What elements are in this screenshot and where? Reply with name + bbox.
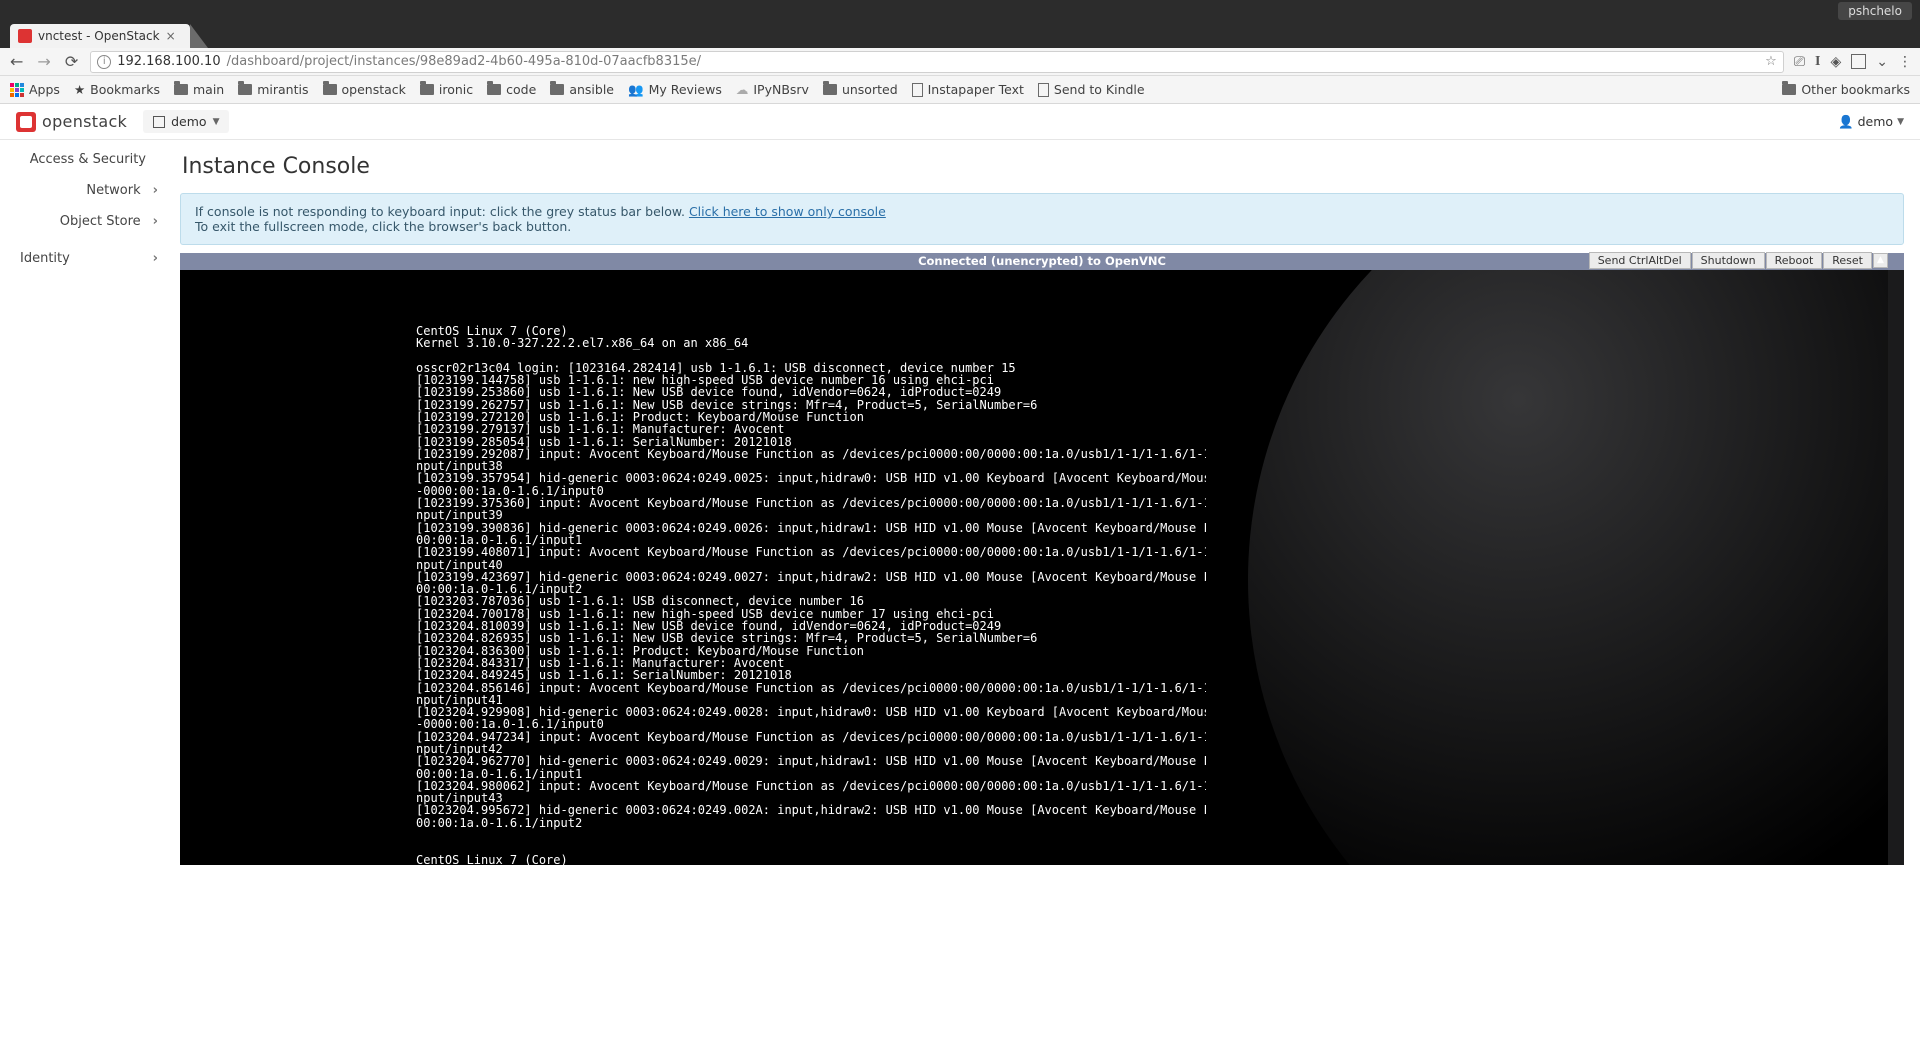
vnc-frame: Connected (unencrypted) to OpenVNC Send …: [180, 253, 1904, 865]
bookmark-star-icon[interactable]: ☆: [1765, 54, 1777, 69]
console-output: CentOS Linux 7 (Core) Kernel 3.10.0-327.…: [416, 307, 1206, 865]
browser-tab-active[interactable]: vnctest - OpenStack ×: [10, 24, 190, 48]
forward-button[interactable]: →: [35, 52, 52, 71]
openstack-favicon-icon: [18, 29, 32, 43]
sidebar-item-object-store[interactable]: Object Store ›: [0, 206, 172, 237]
project-icon: [153, 116, 165, 128]
tab-title: vnctest - OpenStack: [38, 29, 160, 43]
url-path: /dashboard/project/instances/98e89ad2-4b…: [227, 54, 701, 69]
extension-icon-1[interactable]: [1851, 54, 1866, 69]
back-button[interactable]: ←: [8, 52, 25, 71]
user-menu[interactable]: 👤 demo ▼: [1838, 114, 1904, 130]
chevron-right-icon: ›: [153, 214, 158, 229]
chevron-right-icon: ›: [153, 183, 158, 198]
page-icon: [1038, 83, 1049, 97]
console-help-alert: If console is not responding to keyboard…: [180, 193, 1904, 245]
reset-button[interactable]: Reset: [1823, 252, 1872, 269]
openstack-header: openstack demo ▼ 👤 demo ▼: [0, 104, 1920, 140]
people-icon: 👥: [628, 82, 644, 98]
os-titlebar: pshchelo: [0, 0, 1920, 22]
caret-down-icon: ▼: [213, 117, 220, 127]
content-pane: Instance Console If console is not respo…: [172, 140, 1920, 1056]
folder-icon: [323, 84, 337, 95]
bookmark-ansible[interactable]: ansible: [550, 82, 614, 97]
apps-button[interactable]: Apps: [10, 82, 60, 97]
bookmark-mirantis[interactable]: mirantis: [238, 82, 308, 97]
folder-icon: [823, 84, 837, 95]
folder-icon: [420, 84, 434, 95]
bookmark-ipynbsrv[interactable]: ☁IPyNBsrv: [736, 82, 809, 97]
os-user-indicator[interactable]: pshchelo: [1838, 2, 1912, 20]
text-icon[interactable]: I: [1815, 54, 1820, 70]
sidebar-item-identity[interactable]: Identity ›: [0, 243, 172, 274]
address-bar[interactable]: i 192.168.100.10/dashboard/project/insta…: [90, 51, 1784, 73]
cast-icon[interactable]: ⎚: [1794, 54, 1805, 70]
sidebar-item-access-security[interactable]: Access & Security: [0, 144, 172, 175]
bookmark-ironic[interactable]: ironic: [420, 82, 473, 97]
apps-icon: [10, 83, 24, 97]
vnc-console[interactable]: CentOS Linux 7 (Core) Kernel 3.10.0-327.…: [180, 270, 1904, 865]
apps-label: Apps: [29, 82, 60, 97]
sidebar: Access & Security Network › Object Store…: [0, 140, 172, 1056]
caret-down-icon: ▼: [1897, 117, 1904, 127]
vnc-button-row: Send CtrlAltDel Shutdown Reboot Reset ▲: [1589, 252, 1888, 269]
user-name: demo: [1858, 114, 1893, 129]
project-name: demo: [171, 114, 206, 129]
bookmark-kindle[interactable]: Send to Kindle: [1038, 82, 1145, 97]
openstack-logo[interactable]: openstack: [16, 112, 127, 132]
alert-text-1: If console is not responding to keyboard…: [195, 204, 689, 219]
openstack-logo-text: openstack: [42, 112, 127, 131]
alert-text-2: To exit the fullscreen mode, click the b…: [195, 219, 1889, 234]
folder-icon: [1782, 84, 1796, 95]
scroll-up-icon[interactable]: ▲: [1873, 253, 1888, 268]
url-host: 192.168.100.10: [117, 54, 220, 69]
openstack-logo-icon: [16, 112, 36, 132]
toolbar-right-icons: ⎚ I ◈ ⌄ ⋮: [1794, 54, 1912, 70]
page-icon: [912, 83, 923, 97]
close-tab-icon[interactable]: ×: [166, 29, 176, 43]
browser-toolbar: ← → ⟳ i 192.168.100.10/dashboard/project…: [0, 48, 1920, 76]
site-info-icon[interactable]: i: [97, 55, 111, 69]
centos-background-art: [1248, 270, 1904, 865]
main-layout: Access & Security Network › Object Store…: [0, 140, 1920, 1056]
vnc-status-text: Connected (unencrypted) to OpenVNC: [918, 254, 1166, 268]
shield-icon[interactable]: ◈: [1830, 54, 1841, 70]
user-icon: 👤: [1838, 114, 1854, 130]
sidebar-item-network[interactable]: Network ›: [0, 175, 172, 206]
bookmark-openstack[interactable]: openstack: [323, 82, 406, 97]
bookmark-code[interactable]: code: [487, 82, 536, 97]
reboot-button[interactable]: Reboot: [1766, 252, 1823, 269]
new-tab-button[interactable]: [190, 24, 208, 48]
bookmarks-bar: Apps ★Bookmarks main mirantis openstack …: [0, 76, 1920, 104]
bookmark-instapaper[interactable]: Instapaper Text: [912, 82, 1024, 97]
star-icon: ★: [74, 82, 85, 97]
bookmark-myreviews[interactable]: 👥My Reviews: [628, 82, 722, 98]
browser-tabstrip: vnctest - OpenStack ×: [0, 22, 1920, 48]
vnc-status-bar[interactable]: Connected (unencrypted) to OpenVNC Send …: [180, 253, 1904, 270]
folder-icon: [487, 84, 501, 95]
cloud-icon: ☁: [736, 82, 749, 97]
show-only-console-link[interactable]: Click here to show only console: [689, 204, 886, 219]
chevron-right-icon: ›: [153, 251, 158, 266]
folder-icon: [238, 84, 252, 95]
project-selector[interactable]: demo ▼: [143, 110, 229, 133]
send-ctrlaltdel-button[interactable]: Send CtrlAltDel: [1589, 252, 1691, 269]
shutdown-button[interactable]: Shutdown: [1692, 252, 1765, 269]
reload-button[interactable]: ⟳: [63, 52, 80, 71]
pocket-icon[interactable]: ⌄: [1876, 54, 1888, 70]
other-bookmarks[interactable]: Other bookmarks: [1782, 82, 1910, 97]
page-title: Instance Console: [182, 154, 1904, 179]
bookmark-main[interactable]: main: [174, 82, 224, 97]
bookmark-bookmarks[interactable]: ★Bookmarks: [74, 82, 160, 97]
folder-icon: [550, 84, 564, 95]
folder-icon: [174, 84, 188, 95]
menu-icon[interactable]: ⋮: [1898, 54, 1912, 70]
bookmark-unsorted[interactable]: unsorted: [823, 82, 898, 97]
